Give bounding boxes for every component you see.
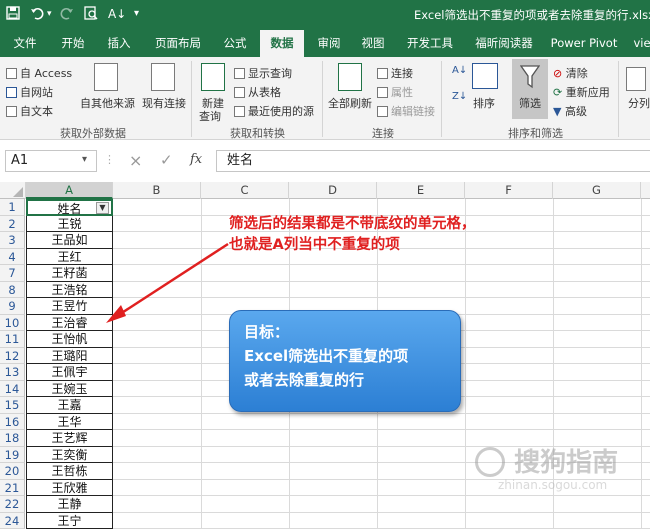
watermark-logo: 搜狗指南 [475, 442, 618, 479]
sogou-logo-icon [475, 447, 505, 477]
callout-line-3: 或者去除重复的行 [244, 371, 365, 389]
watermark-url: zhinan.sogou.com [498, 478, 608, 492]
goal-callout: 目标： Excel筛选出不重复的项 或者去除重复的行 [229, 310, 461, 412]
callout-line-1: 目标： [244, 323, 290, 341]
callout-line-2: Excel筛选出不重复的项 [244, 347, 409, 365]
